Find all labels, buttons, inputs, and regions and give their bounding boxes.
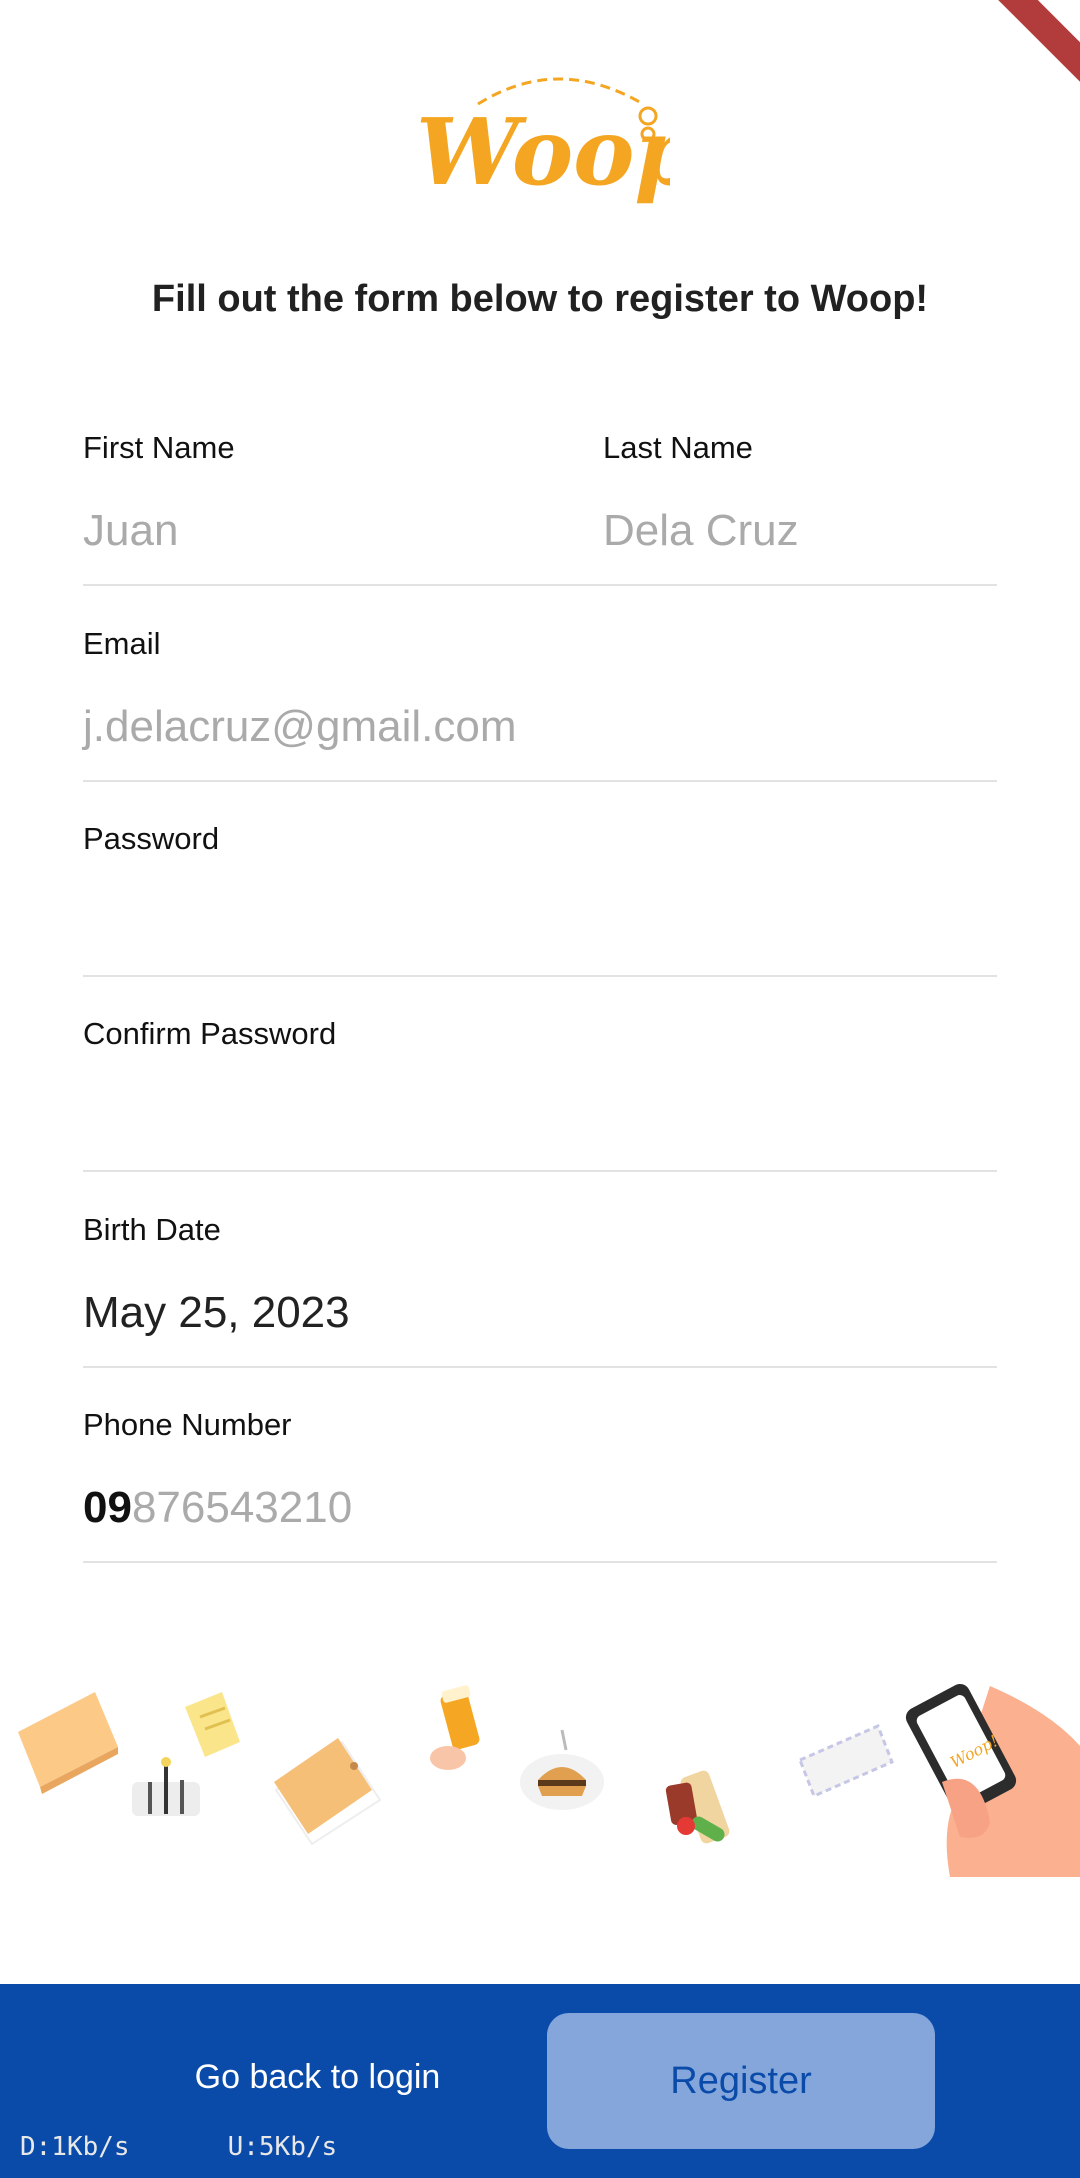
network-speed-overlay: D:1Kb/s U:5Kb/s [20, 2132, 435, 2162]
phone-input[interactable]: 09876543210 [83, 1483, 352, 1533]
email-label: Email [83, 626, 161, 661]
register-button[interactable]: Register [547, 2013, 935, 2149]
password-label: Password [83, 821, 220, 856]
upload-speed: U:5Kb/s [227, 2132, 338, 2162]
phone-underline [83, 1561, 997, 1563]
confirm-password-underline [83, 1170, 997, 1172]
tools-icon [132, 1757, 200, 1816]
medicine-icon [430, 1685, 480, 1770]
last-name-field[interactable]: Last Name Dela Cruz [603, 430, 997, 586]
email-input[interactable]: j.delacruz@gmail.com [83, 702, 516, 752]
page-headline: Fill out the form below to register to W… [151, 278, 929, 320]
confirm-password-field[interactable]: Confirm Password [83, 1016, 997, 1172]
package-icon [18, 1692, 118, 1794]
email-underline [83, 780, 997, 782]
svg-text:Woop!: Woop! [416, 98, 670, 206]
envelope-icon [798, 1724, 894, 1798]
first-name-field[interactable]: First Name Juan [83, 430, 603, 586]
birth-date-field[interactable]: Birth Date May 25, 2023 [83, 1212, 997, 1368]
birth-date-underline [83, 1366, 997, 1368]
first-name-input[interactable]: Juan [83, 506, 178, 556]
last-name-input[interactable]: Dela Cruz [603, 506, 799, 556]
phone-field[interactable]: Phone Number 09876543210 [83, 1407, 997, 1563]
first-name-underline [83, 584, 603, 586]
receipt-icon [185, 1692, 240, 1757]
download-speed: D:1Kb/s [20, 2132, 130, 2162]
box-icon [274, 1738, 382, 1846]
phone-label: Phone Number [83, 1407, 292, 1442]
birth-date-input[interactable]: May 25, 2023 [83, 1288, 350, 1338]
go-back-to-login-button[interactable]: Go back to login [140, 2058, 495, 2097]
phone-hand-icon: Woop! [905, 1683, 1080, 1877]
birth-date-label: Birth Date [83, 1212, 221, 1247]
phone-placeholder: 876543210 [131, 1483, 353, 1532]
debug-banner [990, 0, 1080, 90]
woop-logo: Woop! [416, 77, 670, 206]
burger-icon [520, 1729, 604, 1810]
confirm-password-label: Confirm Password [83, 1016, 337, 1051]
delivery-illustration: Woop! [18, 1683, 1080, 1877]
first-name-label: First Name [83, 430, 235, 465]
password-field[interactable]: Password [83, 821, 997, 977]
last-name-label: Last Name [603, 430, 753, 465]
phone-prefix: 09 [83, 1483, 132, 1532]
last-name-underline [603, 584, 997, 586]
email-field[interactable]: Email j.delacruz@gmail.com [83, 626, 997, 782]
groceries-icon [665, 1770, 730, 1844]
password-underline [83, 975, 997, 977]
